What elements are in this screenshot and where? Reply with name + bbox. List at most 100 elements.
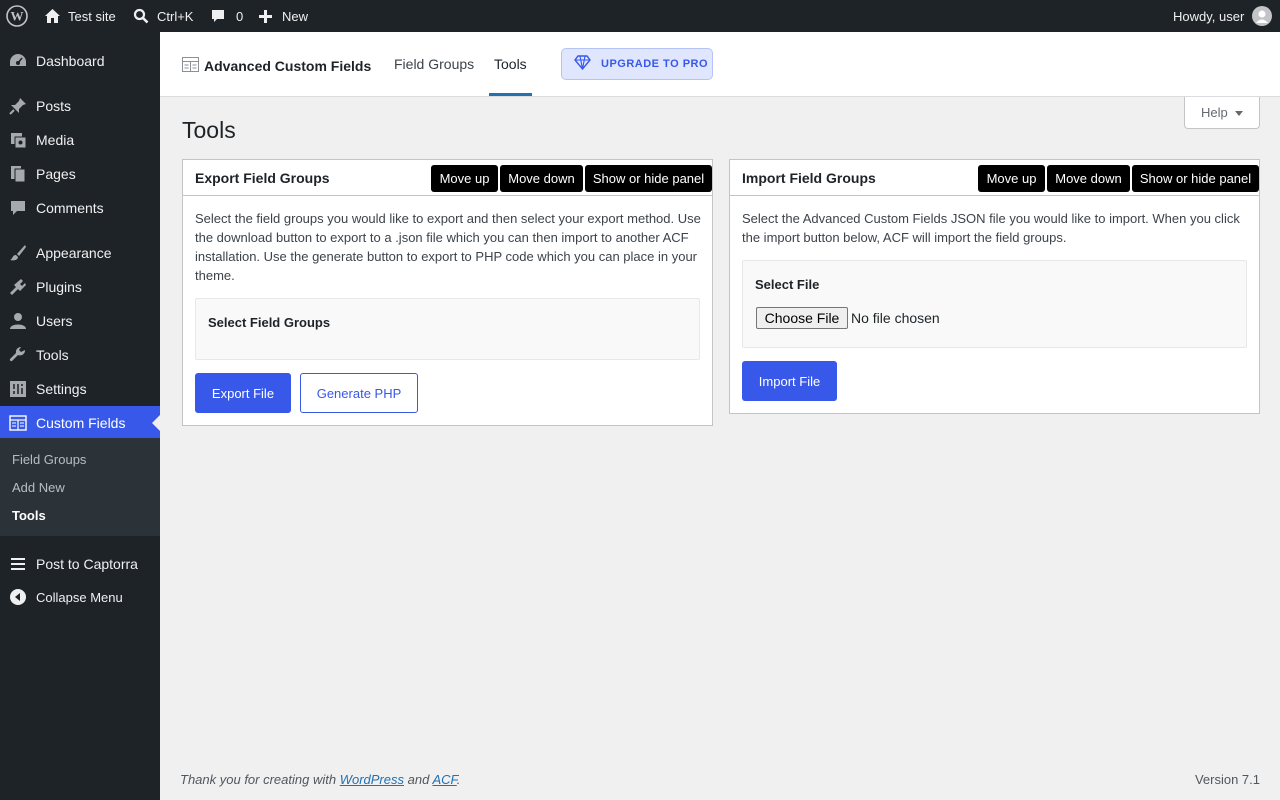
wordpress-logo-icon[interactable]: W: [6, 0, 28, 32]
select-field-groups-label: Select Field Groups: [208, 315, 331, 330]
user-icon: [8, 311, 28, 331]
sidebar-item-label: Posts: [36, 98, 72, 114]
plugin-icon: [8, 277, 28, 297]
footer-and: and: [404, 772, 433, 787]
custom-fields-submenu: Field Groups Add New Tools: [0, 438, 160, 536]
acf-header: Advanced Custom Fields Field Groups Tool…: [160, 32, 1280, 97]
settings-icon: [8, 379, 28, 399]
caret-down-icon: [1235, 111, 1243, 116]
acf-logo: Advanced Custom Fields: [182, 57, 371, 75]
sidebar-item-label: Custom Fields: [36, 414, 126, 431]
search-shortcut[interactable]: Ctrl+K: [133, 0, 193, 32]
select-file-label: Select File: [755, 277, 820, 292]
wordpress-link[interactable]: WordPress: [340, 772, 404, 787]
file-status-text: No file chosen: [851, 310, 940, 326]
upgrade-label: UPGRADE TO PRO: [601, 58, 709, 70]
wrench-icon: [8, 345, 28, 365]
sidebar-item-label: Dashboard: [36, 53, 105, 69]
export-description: Select the field groups you would like t…: [195, 211, 701, 283]
submenu-item-field-groups[interactable]: Field Groups: [12, 452, 86, 467]
tab-field-groups[interactable]: Field Groups: [394, 56, 474, 72]
account-menu[interactable]: Howdy, user: [1173, 0, 1273, 32]
comment-icon: [210, 8, 226, 24]
sidebar-item-label: Tools: [36, 347, 69, 363]
plus-icon: [258, 9, 273, 24]
export-file-button[interactable]: Export File: [195, 373, 291, 413]
import-file-button[interactable]: Import File: [742, 361, 837, 401]
move-down-button[interactable]: Move down: [1047, 165, 1130, 192]
footer-credit: Thank you for creating with WordPress an…: [180, 772, 460, 787]
footer-thanks: Thank you for creating with: [180, 772, 340, 787]
sidebar-item-appearance[interactable]: Appearance: [0, 236, 160, 270]
sidebar-item-custom-fields[interactable]: Custom Fields: [0, 406, 160, 439]
move-up-button[interactable]: Move up: [978, 165, 1045, 192]
howdy-text: Howdy, user: [1173, 8, 1245, 24]
collapse-arrow-icon: [8, 587, 28, 607]
site-name: Test site: [68, 8, 116, 24]
help-tab-button[interactable]: Help: [1184, 97, 1260, 129]
sidebar-item-tools[interactable]: Tools: [0, 338, 160, 372]
sidebar-item-post-to-captorra[interactable]: Post to Captorra: [0, 547, 160, 581]
import-panel-header: Import Field Groups Move up Move down Sh…: [730, 160, 1259, 196]
custom-fields-icon: [8, 413, 28, 433]
generate-php-button[interactable]: Generate PHP: [300, 373, 418, 413]
svg-text:W: W: [11, 9, 24, 24]
media-icon: [8, 130, 28, 150]
dashboard-icon: [8, 51, 28, 71]
pin-icon: [8, 96, 28, 116]
brush-icon: [8, 243, 28, 263]
custom-fields-icon: [182, 57, 199, 75]
search-shortcut-label: Ctrl+K: [157, 8, 194, 24]
sidebar-item-plugins[interactable]: Plugins: [0, 270, 160, 304]
version-text: Version 7.1: [1194, 772, 1260, 787]
submenu-item-tools[interactable]: Tools: [12, 508, 46, 523]
submenu-item-add-new[interactable]: Add New: [12, 480, 65, 495]
new-label: New: [282, 8, 309, 24]
sidebar-item-label: Settings: [36, 381, 87, 397]
avatar: [1252, 6, 1273, 26]
select-file-box: Select File Choose File No file chosen: [742, 260, 1247, 348]
search-icon: [133, 8, 149, 24]
collapse-menu-label: Collapse Menu: [36, 589, 123, 605]
page-title: Tools: [182, 117, 236, 143]
sidebar-item-label: Pages: [36, 166, 76, 182]
comments-link[interactable]: 0: [210, 0, 243, 32]
sidebar-item-posts[interactable]: Posts: [0, 89, 160, 123]
comments-count: 0: [236, 8, 244, 24]
sidebar-item-pages[interactable]: Pages: [0, 157, 160, 191]
tab-tools[interactable]: Tools: [494, 56, 527, 72]
new-content-link[interactable]: New: [258, 0, 308, 32]
sidebar-item-dashboard[interactable]: Dashboard: [0, 44, 160, 78]
import-panel: Import Field Groups Move up Move down Sh…: [729, 159, 1260, 414]
sidebar-item-label: Appearance: [36, 245, 112, 261]
import-description: Select the Advanced Custom Fields JSON f…: [742, 211, 1240, 245]
import-panel-title: Import Field Groups: [742, 170, 876, 186]
choose-file-button[interactable]: Choose File: [756, 307, 848, 329]
footer-period: .: [456, 772, 461, 787]
active-tab-indicator: [489, 93, 532, 96]
acf-title: Advanced Custom Fields: [204, 58, 372, 74]
sidebar-item-users[interactable]: Users: [0, 304, 160, 338]
sidebar-item-label: Users: [36, 313, 73, 329]
toggle-panel-button[interactable]: Show or hide panel: [585, 165, 712, 192]
sidebar-item-label: Plugins: [36, 279, 82, 295]
pages-icon: [8, 164, 28, 184]
export-panel: Export Field Groups Move up Move down Sh…: [182, 159, 713, 426]
select-field-groups-box: Select Field Groups: [195, 298, 700, 360]
sidebar-item-settings[interactable]: Settings: [0, 372, 160, 406]
comment-icon: [8, 198, 28, 218]
move-down-button[interactable]: Move down: [500, 165, 583, 192]
sidebar-item-comments[interactable]: Comments: [0, 191, 160, 225]
toggle-panel-button[interactable]: Show or hide panel: [1132, 165, 1259, 192]
upgrade-to-pro-button[interactable]: UPGRADE TO PRO: [561, 48, 713, 80]
collapse-menu-button[interactable]: Collapse Menu: [0, 580, 160, 614]
sidebar-item-media[interactable]: Media: [0, 123, 160, 157]
sidebar-item-label: Comments: [36, 200, 104, 216]
site-name-link[interactable]: Test site: [44, 0, 116, 32]
export-panel-header: Export Field Groups Move up Move down Sh…: [183, 160, 712, 196]
sidebar-item-label: Post to Captorra: [36, 556, 138, 572]
admin-sidebar: Dashboard Posts Media Pages Comments App…: [0, 32, 160, 800]
diamond-icon: [574, 55, 591, 73]
acf-link[interactable]: ACF: [432, 772, 456, 787]
move-up-button[interactable]: Move up: [431, 165, 498, 192]
